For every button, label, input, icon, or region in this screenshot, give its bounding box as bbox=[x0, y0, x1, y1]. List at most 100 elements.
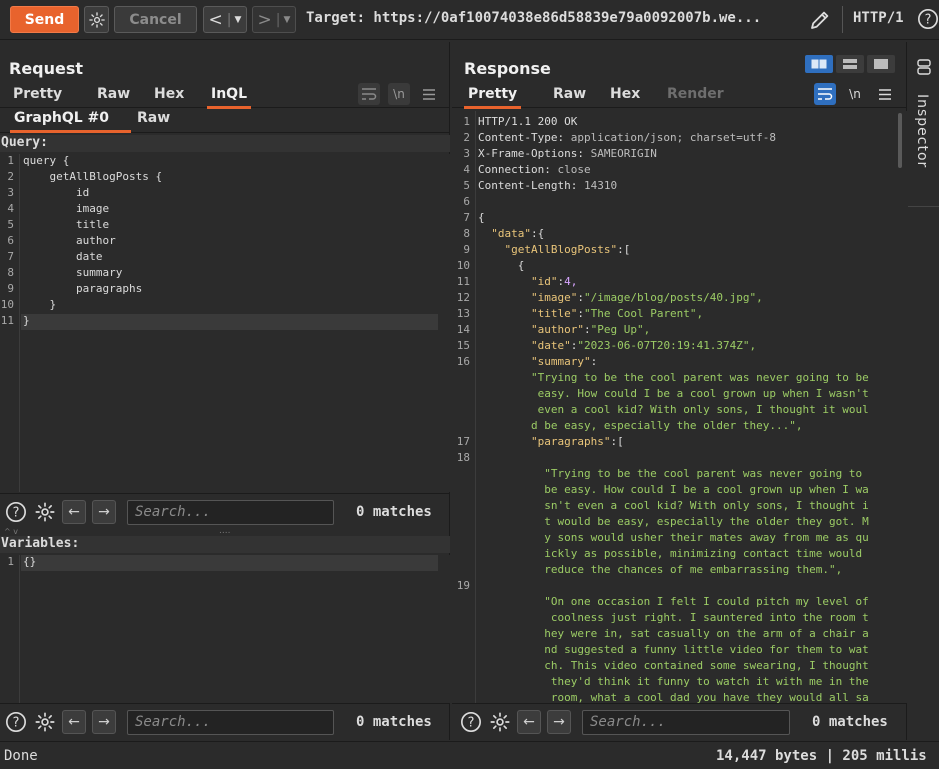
search-next-button[interactable]: → bbox=[547, 710, 571, 734]
layout-toggle-group bbox=[805, 48, 897, 73]
menu-button[interactable] bbox=[418, 83, 440, 105]
search-next-button[interactable]: → bbox=[92, 710, 116, 734]
code-line: X-Frame-Options: SAMEORIGIN bbox=[478, 147, 657, 160]
pencil-icon[interactable] bbox=[808, 8, 832, 32]
gear-icon[interactable] bbox=[34, 711, 56, 733]
line-number: 9 bbox=[7, 282, 14, 295]
hamburger-icon bbox=[423, 88, 435, 100]
line-number: 1 bbox=[463, 115, 470, 128]
code-line: coolness just right. I sauntered into th… bbox=[478, 611, 869, 624]
line-number: 17 bbox=[456, 435, 470, 448]
help-icon[interactable]: ? bbox=[5, 711, 27, 733]
inspector-tab[interactable]: Inspector bbox=[908, 42, 939, 207]
line-number: 10 bbox=[456, 259, 470, 272]
back-button[interactable]: < | ▼ bbox=[203, 6, 247, 33]
tab-pretty[interactable]: Pretty bbox=[9, 86, 66, 109]
newline-icon: \n bbox=[849, 87, 861, 101]
line-number: 1 bbox=[7, 555, 14, 568]
line-number: 3 bbox=[7, 186, 14, 199]
arrow-left-icon: ← bbox=[523, 714, 535, 730]
newline-toggle[interactable]: \n bbox=[844, 83, 866, 105]
gear-icon[interactable] bbox=[34, 501, 56, 523]
settings-button[interactable] bbox=[84, 6, 109, 33]
line-number: 6 bbox=[463, 195, 470, 208]
line-number: 2 bbox=[463, 131, 470, 144]
response-editor[interactable]: 1 HTTP/1.1 200 OK 2 Content-Type: applicati… bbox=[452, 111, 907, 703]
search-input[interactable]: Search... bbox=[127, 500, 334, 525]
help-icon[interactable]: ? bbox=[5, 501, 27, 523]
search-prev-button[interactable]: ← bbox=[517, 710, 541, 734]
http-version-selector[interactable]: HTTP/1 bbox=[853, 10, 904, 26]
tab-pretty[interactable]: Pretty bbox=[464, 86, 522, 109]
json-key: "id" bbox=[530, 275, 558, 288]
inql-subtabs: GraphQL #0 Raw bbox=[0, 109, 450, 133]
search-prev-button[interactable]: ← bbox=[62, 710, 86, 734]
tab-hex[interactable]: Hex bbox=[606, 86, 644, 109]
help-icon[interactable]: ? bbox=[460, 711, 482, 733]
code-line: } bbox=[23, 314, 30, 327]
variables-editor[interactable]: 1 {} bbox=[0, 555, 450, 703]
dropdown-arrow-icon: ▼ bbox=[283, 14, 291, 25]
layout-single-button[interactable] bbox=[867, 55, 895, 73]
word-wrap-toggle[interactable] bbox=[358, 83, 380, 105]
header-name: Content-Type: bbox=[478, 131, 565, 144]
layout-stacked-button[interactable] bbox=[836, 55, 864, 73]
json-key: "title" bbox=[530, 307, 578, 320]
code-line: "getAllBlogPosts":[ bbox=[478, 243, 631, 256]
arrow-left-icon: ← bbox=[68, 504, 80, 520]
json-colon: : bbox=[531, 227, 538, 240]
separator-bar: | bbox=[275, 11, 281, 28]
collapse-arrows-icon: ^ v bbox=[4, 527, 18, 536]
search-next-button[interactable]: → bbox=[92, 500, 116, 524]
line-number: 7 bbox=[7, 250, 14, 263]
toolbar-divider bbox=[842, 6, 843, 33]
line-number: 4 bbox=[7, 202, 14, 215]
json-key: "data" bbox=[491, 227, 531, 240]
inspector-sidebar: Inspector bbox=[908, 42, 939, 740]
cancel-button[interactable]: Cancel bbox=[114, 6, 197, 33]
header-value: application/json; charset=utf-8 bbox=[564, 131, 777, 144]
search-input[interactable]: Search... bbox=[582, 710, 790, 735]
tab-render[interactable]: Render bbox=[663, 86, 728, 109]
tab-graphql-0[interactable]: GraphQL #0 bbox=[10, 110, 131, 133]
json-value: "2023-06-07T20:19:41.374Z", bbox=[577, 339, 757, 352]
query-editor[interactable]: 1 query {2 getAllBlogPosts {3 id 4 image 5 … bbox=[0, 154, 450, 492]
arrow-right-icon: → bbox=[553, 714, 565, 730]
code-line: title bbox=[23, 218, 110, 231]
scrollbar-thumb[interactable] bbox=[898, 113, 902, 168]
line-number: 5 bbox=[463, 179, 470, 192]
gear-icon[interactable] bbox=[489, 711, 511, 733]
code-line: y sons would usher their mates away from… bbox=[478, 531, 869, 544]
json-value: 4, bbox=[564, 275, 578, 288]
code-line: d be easy, especially the older they..."… bbox=[478, 419, 803, 432]
tab-inql[interactable]: InQL bbox=[207, 86, 251, 109]
tab-hex[interactable]: Hex bbox=[150, 86, 188, 109]
newline-toggle[interactable]: \n bbox=[388, 83, 410, 105]
code-line: "date":"2023-06-07T20:19:41.374Z", bbox=[478, 339, 756, 352]
code-line: "paragraphs":[ bbox=[478, 435, 624, 448]
word-wrap-toggle[interactable] bbox=[814, 83, 836, 105]
search-prev-button[interactable]: ← bbox=[62, 500, 86, 524]
search-input[interactable]: Search... bbox=[127, 710, 334, 735]
forward-button[interactable]: > | ▼ bbox=[252, 6, 296, 33]
header-name: Content-Length: bbox=[478, 179, 578, 192]
code-line: they'd think it funny to watch it with m… bbox=[478, 675, 869, 688]
menu-button[interactable] bbox=[874, 83, 896, 105]
code-line: id bbox=[23, 186, 90, 199]
search-match-count: 0 matches bbox=[812, 714, 888, 730]
send-button[interactable]: Send bbox=[10, 6, 79, 33]
tab-inql-raw[interactable]: Raw bbox=[133, 110, 174, 133]
arrow-right-icon: → bbox=[98, 504, 110, 520]
layout-side-by-side-button[interactable] bbox=[805, 55, 833, 73]
code-line: } bbox=[23, 298, 57, 311]
code-line: HTTP/1.1 200 OK bbox=[478, 115, 578, 128]
code-line: ickly as possible, minimizing contact ti… bbox=[478, 547, 863, 560]
code-line: "Trying to be the cool parent was never … bbox=[478, 371, 869, 384]
svg-text:?: ? bbox=[925, 13, 932, 28]
response-tabs: Pretty Raw Hex Render bbox=[452, 83, 906, 109]
help-icon[interactable]: ? bbox=[917, 8, 939, 30]
wrap-icon bbox=[362, 88, 377, 100]
tab-raw[interactable]: Raw bbox=[549, 86, 590, 109]
tab-raw[interactable]: Raw bbox=[93, 86, 134, 109]
line-number: 4 bbox=[463, 163, 470, 176]
